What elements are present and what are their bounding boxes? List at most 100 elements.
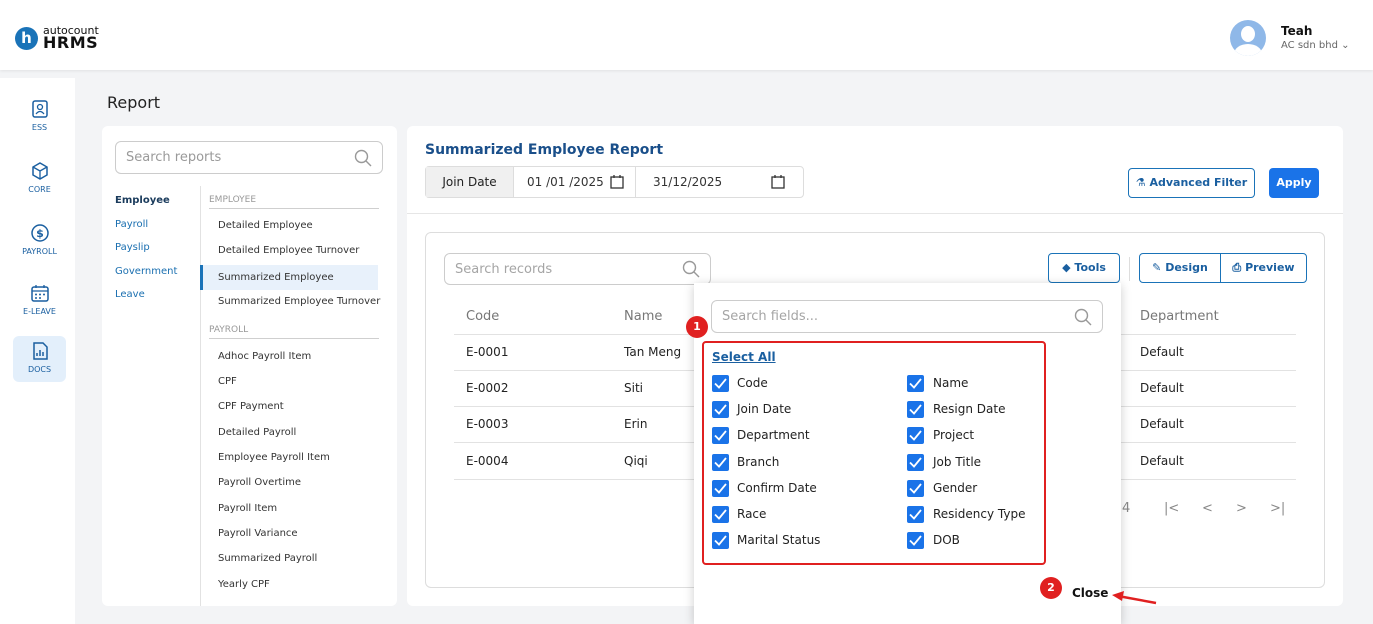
calendar-icon[interactable] [771,175,785,189]
nav-ess[interactable]: ESS [13,94,66,140]
field-checkbox-label[interactable]: Race [737,507,766,521]
date-field-label[interactable]: Join Date [426,167,514,197]
pager-next-button[interactable]: > [1236,501,1247,516]
field-checkbox[interactable] [712,454,729,471]
nav-eleave[interactable]: E-LEAVE [13,278,66,324]
calendar-icon[interactable] [610,175,624,189]
select-all-link[interactable]: Select All [712,350,776,364]
nav-docs-label: DOCS [27,365,52,374]
field-checkbox-label[interactable]: Resign Date [933,402,1006,416]
ess-icon [31,100,48,118]
design-button[interactable]: ✎ Design [1139,253,1221,283]
apply-button[interactable]: Apply [1269,168,1319,198]
field-checkbox-label[interactable]: DOB [933,533,960,547]
annotation-badge-2: 2 [1040,577,1062,599]
report-item[interactable]: Payroll Overtime [218,477,301,488]
column-header-department[interactable]: Department [1140,309,1219,324]
field-checkbox-label[interactable]: Gender [933,481,977,495]
report-item[interactable]: CPF Payment [218,401,284,412]
report-item[interactable]: Summarized Employee Turnover [218,296,380,307]
field-checkbox[interactable] [907,454,924,471]
report-item-selected[interactable]: Summarized Employee [200,265,378,290]
design-icon: ✎ [1152,261,1162,274]
nav-ess-label: ESS [31,123,48,132]
search-fields-input[interactable]: Search fields... [711,300,1103,333]
advanced-filter-button[interactable]: ⚗ Advanced Filter [1128,168,1255,198]
search-reports-input[interactable]: Search reports [115,141,383,174]
report-item[interactable]: Detailed Employee [218,220,313,231]
search-records-placeholder: Search records [455,262,553,277]
field-checkbox-label[interactable]: Residency Type [933,507,1025,521]
page-title: Report [107,93,161,112]
report-item[interactable]: Adhoc Payroll Item [218,351,311,362]
field-checkbox-label[interactable]: Confirm Date [737,481,817,495]
column-header-name[interactable]: Name [624,309,662,324]
field-checkbox[interactable] [712,506,729,523]
section-header-payroll: PAYROLL [209,325,379,339]
field-checkbox-label[interactable]: Code [737,376,768,390]
nav-docs[interactable]: DOCS [13,336,66,382]
nav-core[interactable]: CORE [13,156,66,202]
field-checkbox[interactable] [712,532,729,549]
category-government[interactable]: Government [115,266,177,277]
field-checkbox-label[interactable]: Join Date [737,402,791,416]
category-employee[interactable]: Employee [115,195,170,206]
field-checkbox[interactable] [712,375,729,392]
report-item[interactable]: CPF [218,376,237,387]
date-from-input[interactable]: 01 /01 /2025 [527,175,604,189]
pager-first-button[interactable]: |< [1164,501,1179,516]
preview-button[interactable]: ⎙ Preview [1220,253,1307,283]
field-checkbox[interactable] [712,401,729,418]
close-button[interactable]: Close [1072,586,1108,600]
field-checkbox[interactable] [712,480,729,497]
field-checkbox[interactable] [907,506,924,523]
category-leave[interactable]: Leave [115,289,145,300]
cell-code: E-0003 [466,417,509,431]
nav-payroll[interactable]: $ PAYROLL [13,218,66,264]
cell-name: Erin [624,417,648,431]
field-checkbox-label[interactable]: Name [933,376,968,390]
calendar-icon [30,285,49,302]
search-records-input[interactable]: Search records [444,253,711,285]
report-item[interactable]: Yearly CPF [218,579,270,590]
pager-last-button[interactable]: >| [1270,501,1285,516]
field-checkbox-label[interactable]: Branch [737,455,779,469]
report-item[interactable]: Employee Payroll Item [218,452,330,463]
cell-name: Siti [624,381,643,395]
field-checkbox[interactable] [907,401,924,418]
report-item[interactable]: Summarized Payroll [218,553,317,564]
user-org-dropdown[interactable]: AC sdn bhd ⌄ [1281,40,1350,51]
field-selector-dropdown: Search fields... Select All Code Join Dat… [694,283,1121,624]
divider [407,213,1343,214]
field-checkbox[interactable] [907,427,924,444]
pager-prev-button[interactable]: < [1202,501,1213,516]
field-checkbox-label[interactable]: Project [933,428,974,442]
category-payroll[interactable]: Payroll [115,219,148,230]
field-checkbox-label[interactable]: Job Title [933,455,981,469]
divider [200,186,201,606]
field-checkbox[interactable] [712,427,729,444]
nav-payroll-label: PAYROLL [22,247,57,256]
tools-button[interactable]: ◆ Tools [1048,253,1120,283]
dollar-icon: $ [30,224,49,242]
left-nav: ESS CORE $ PAYROLL E-LEAVE DOCS [0,78,75,624]
field-checkbox[interactable] [907,480,924,497]
field-checkbox-label[interactable]: Department [737,428,810,442]
report-title: Summarized Employee Report [425,142,664,158]
avatar[interactable] [1230,20,1266,56]
report-item[interactable]: Payroll Item [218,503,277,514]
field-checkbox[interactable] [907,532,924,549]
field-checkbox-label[interactable]: Marital Status [737,533,820,547]
field-checkbox[interactable] [907,375,924,392]
category-payslip[interactable]: Payslip [115,242,150,253]
user-name[interactable]: Teah [1281,24,1312,38]
cell-department: Default [1140,417,1184,431]
column-header-code[interactable]: Code [466,309,499,324]
report-item[interactable]: Payroll Variance [218,528,298,539]
section-header-employee: EMPLOYEE [209,195,379,209]
divider [1129,257,1130,281]
report-item[interactable]: Detailed Employee Turnover [218,245,359,256]
report-item[interactable]: Detailed Payroll [218,427,296,438]
date-to-input[interactable]: 31/12/2025 [653,175,722,189]
search-icon [682,260,700,278]
